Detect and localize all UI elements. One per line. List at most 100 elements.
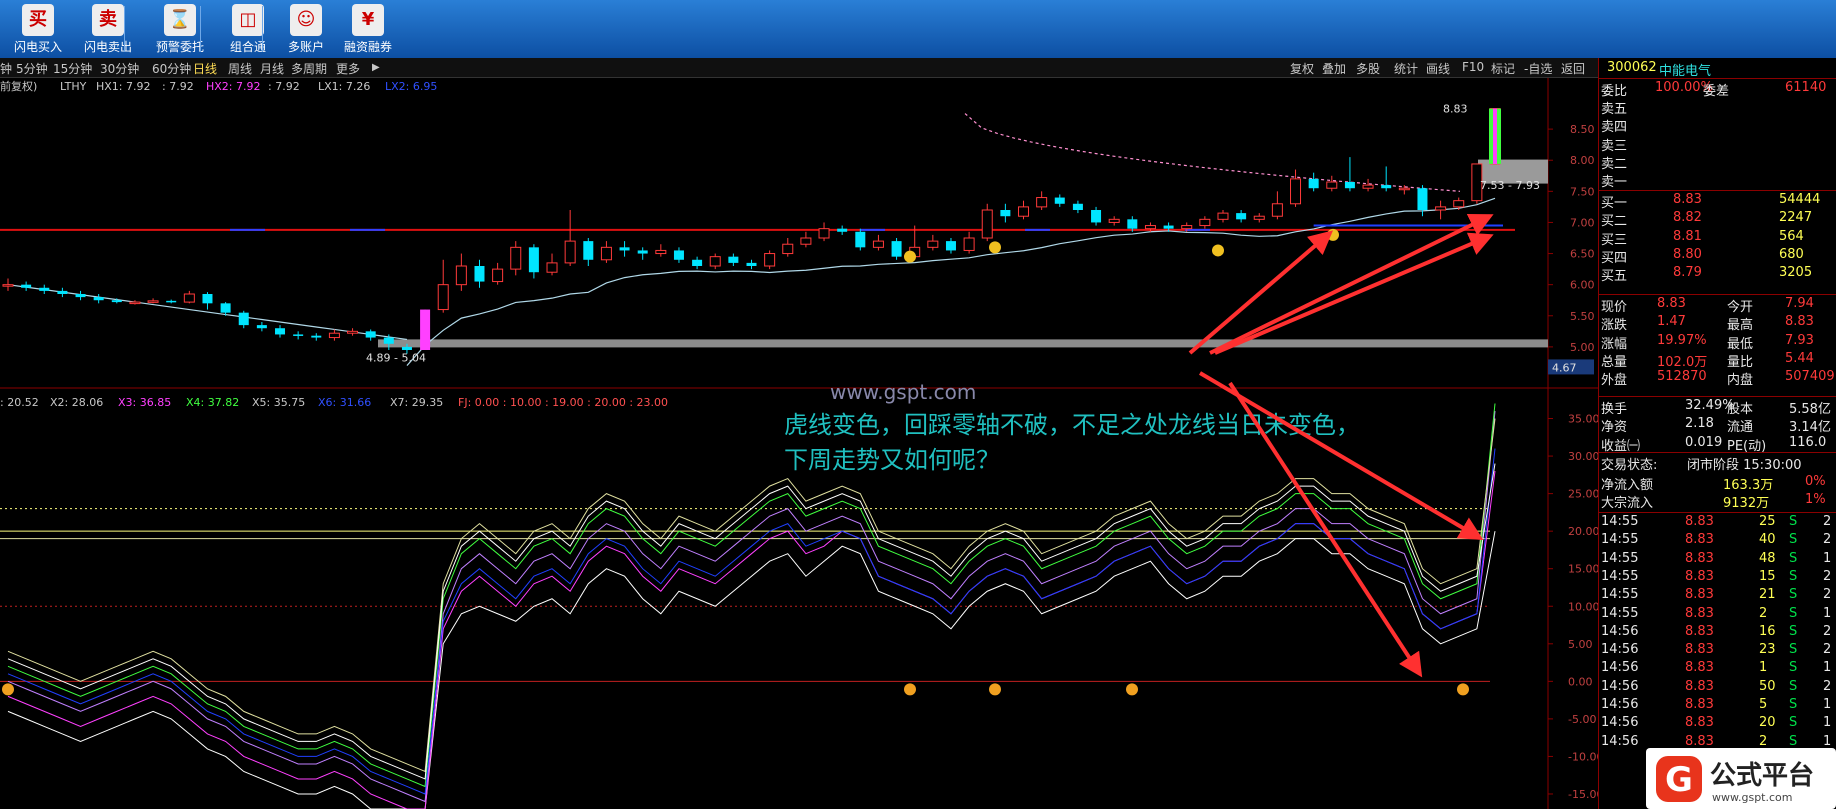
- buy-row-cell: 8.82: [1673, 210, 1702, 226]
- tick-row-cell: 2: [1823, 623, 1832, 639]
- candle-body: [1417, 188, 1428, 210]
- sub-y-tick-label: -15.00: [1568, 788, 1598, 801]
- candle-body: [837, 228, 848, 232]
- quote-row-cell: 8.83: [1785, 314, 1814, 330]
- period-tab[interactable]: 日线: [193, 60, 217, 77]
- candle-body: [891, 241, 902, 257]
- panel-separator: [1599, 396, 1836, 397]
- flash-buy-icon: 买: [22, 4, 54, 36]
- status-row-cell: 交易状态:: [1601, 458, 1658, 473]
- period-tab[interactable]: 月线: [260, 60, 284, 77]
- alert-order-button[interactable]: ⌛ 预警委托: [142, 2, 218, 56]
- status-row: 交易状态: 闭市阶段 15:30:00: [1599, 454, 1836, 473]
- more-arrow-icon[interactable]: ▶: [372, 62, 380, 73]
- tick-row-cell: 14:56: [1601, 697, 1639, 712]
- smiley-icon: [989, 241, 1001, 254]
- candle-body: [1072, 203, 1083, 210]
- tick-row-cell: 2: [1823, 568, 1832, 584]
- multi-account-icon: ☺: [290, 4, 322, 36]
- buy-row-cell: 买五: [1601, 269, 1628, 285]
- tick-row-cell: 8.83: [1685, 605, 1714, 621]
- candle-body: [93, 297, 104, 301]
- flow-row: 净流入额 163.3万 0%: [1599, 474, 1836, 493]
- quote-row-cell: 今开: [1727, 300, 1754, 315]
- period-tab[interactable]: 5分钟: [16, 60, 48, 77]
- logo-graphic: G 公式平台 www.gspt.com: [1656, 756, 1814, 804]
- quote-panel: 300062 中能电气 委比 100.00% 委差 61140 卖五 卖四 卖三 卖二 卖一 买一 8.…: [1598, 58, 1836, 809]
- toolbar-tool-1[interactable]: 叠加: [1322, 60, 1346, 77]
- toolbar-tool-4[interactable]: 画线: [1426, 60, 1450, 77]
- sell-row-cell: 卖四: [1601, 120, 1628, 136]
- margin-button[interactable]: ¥ 融资融券: [330, 2, 406, 56]
- candle-body: [510, 246, 522, 270]
- panel-separator: [1599, 78, 1836, 79]
- up-marker-icon: [2, 683, 14, 696]
- quote-row-cell: 5.44: [1785, 350, 1814, 366]
- period-tab[interactable]: 钟: [0, 60, 12, 77]
- period-tab[interactable]: 多周期: [291, 60, 327, 77]
- candle-body: [166, 300, 177, 303]
- quote-row-cell: 19.97%: [1657, 332, 1707, 348]
- period-tab[interactable]: 更多: [336, 60, 360, 77]
- candle-body: [1018, 206, 1030, 217]
- tick-row-cell: 8.83: [1685, 514, 1714, 529]
- toolbar-tool-3[interactable]: 统计: [1394, 60, 1418, 77]
- candle-body: [75, 294, 86, 298]
- sell-row-cell: 卖二: [1601, 156, 1628, 172]
- quote-row-cell: 最高: [1727, 318, 1754, 334]
- tick-row-cell: 15: [1759, 568, 1776, 584]
- period-tab[interactable]: 30分钟: [100, 60, 139, 77]
- stats-row-cell: 116.0: [1789, 434, 1827, 450]
- alert-order-icon: ⌛: [164, 4, 196, 36]
- tick-row-cell: 1: [1823, 550, 1832, 566]
- tick-row-cell: 23: [1759, 642, 1776, 658]
- flash-buy-button[interactable]: 买闪电买入: [0, 2, 76, 56]
- limitup-stripe: [1497, 108, 1501, 164]
- period-tab[interactable]: 60分钟: [152, 60, 191, 77]
- stock-title-cell: 中能电气: [1659, 64, 1712, 79]
- quote-row-cell: 涨跌: [1601, 318, 1628, 334]
- comment-line-2: 下周走势又如何呢？: [784, 446, 1000, 474]
- panel-separator: [1599, 294, 1836, 295]
- candle-body: [583, 241, 594, 260]
- flow-row-cell: 163.3万: [1723, 478, 1774, 493]
- series-X4: [7, 403, 1496, 788]
- y-tick-label: 7.50: [1570, 185, 1595, 198]
- candle-body: [1326, 181, 1338, 189]
- candle-body: [927, 240, 939, 248]
- toolbar-tool-5[interactable]: F10: [1462, 60, 1484, 74]
- sell-row: 卖四: [1599, 116, 1836, 136]
- candle-body: [111, 300, 122, 303]
- period-tab[interactable]: 周线: [228, 60, 252, 77]
- quote-row-cell: 现价: [1601, 300, 1628, 315]
- candle-body: [963, 237, 975, 251]
- stats-row-cell: 收益㈠: [1601, 438, 1641, 454]
- candle-body: [1236, 213, 1247, 220]
- toolbar-separator: [200, 6, 201, 52]
- flash-sell-button[interactable]: 卖闪电卖出: [70, 2, 146, 56]
- sub-y-tick-label: 0.00: [1568, 675, 1593, 688]
- main-legend-hx2: HX2: 7.92: [206, 80, 261, 93]
- toolbar-tool-8[interactable]: 返回: [1561, 60, 1585, 77]
- toolbar-tool-0[interactable]: 复权: [1290, 60, 1314, 77]
- tick-row-cell: S: [1789, 587, 1798, 603]
- candle-body: [238, 312, 249, 326]
- margin-label: 融资融券: [343, 40, 392, 54]
- candle-body: [147, 300, 159, 303]
- buy-row: 买三 8.81 564: [1599, 229, 1836, 248]
- candle-body: [328, 332, 340, 339]
- toolbar-tool-6[interactable]: 标记: [1491, 60, 1515, 77]
- tick-row-cell: 8.83: [1685, 532, 1714, 548]
- toolbar-tool-2[interactable]: 多股: [1356, 60, 1380, 77]
- main-legend-v4: : 7.92: [268, 80, 300, 93]
- y-tick-label: 8.50: [1570, 123, 1595, 136]
- tick-row-cell: 14:56: [1601, 715, 1639, 731]
- sub-legend-fj: FJ: 0.00 : 10.00 : 19.00 : 20.00 : 23.00: [458, 396, 668, 409]
- buy-row-cell: 3205: [1779, 265, 1813, 281]
- toolbar-tool-7[interactable]: -自选: [1524, 60, 1552, 77]
- quote-row: 现价 8.83 今开 7.94: [1599, 296, 1836, 315]
- candle-body: [1381, 185, 1392, 189]
- y-tick-label: 6.50: [1570, 248, 1595, 261]
- smiley-icon: [1212, 244, 1224, 257]
- period-tab[interactable]: 15分钟: [53, 60, 92, 77]
